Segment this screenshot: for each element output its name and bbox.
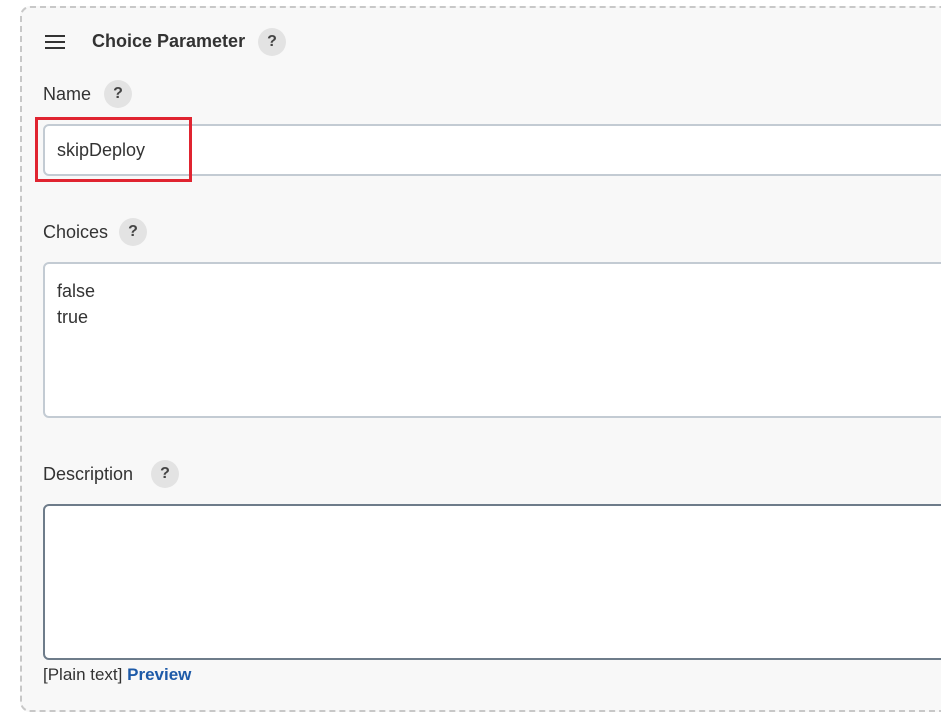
description-label: Description <box>43 464 134 484</box>
preview-link[interactable]: Preview <box>127 665 191 684</box>
section-title: Choice Parameter <box>92 31 246 51</box>
plain-text-label: [Plain text] <box>43 665 123 684</box>
description-textarea[interactable] <box>43 504 941 660</box>
choice-line: true <box>57 307 89 327</box>
choice-line: false <box>57 281 96 301</box>
choices-textarea[interactable]: false true <box>43 262 941 418</box>
description-help-icon[interactable]: ? <box>151 460 179 488</box>
choices-label: Choices <box>43 222 109 242</box>
name-label: Name <box>43 84 92 104</box>
choices-help-icon[interactable]: ? <box>119 218 147 246</box>
format-info: [Plain text] Preview <box>43 665 191 685</box>
drag-handle-icon[interactable] <box>44 34 66 50</box>
section-help-icon[interactable]: ? <box>258 28 286 56</box>
name-help-icon[interactable]: ? <box>104 80 132 108</box>
name-input[interactable] <box>43 124 941 176</box>
